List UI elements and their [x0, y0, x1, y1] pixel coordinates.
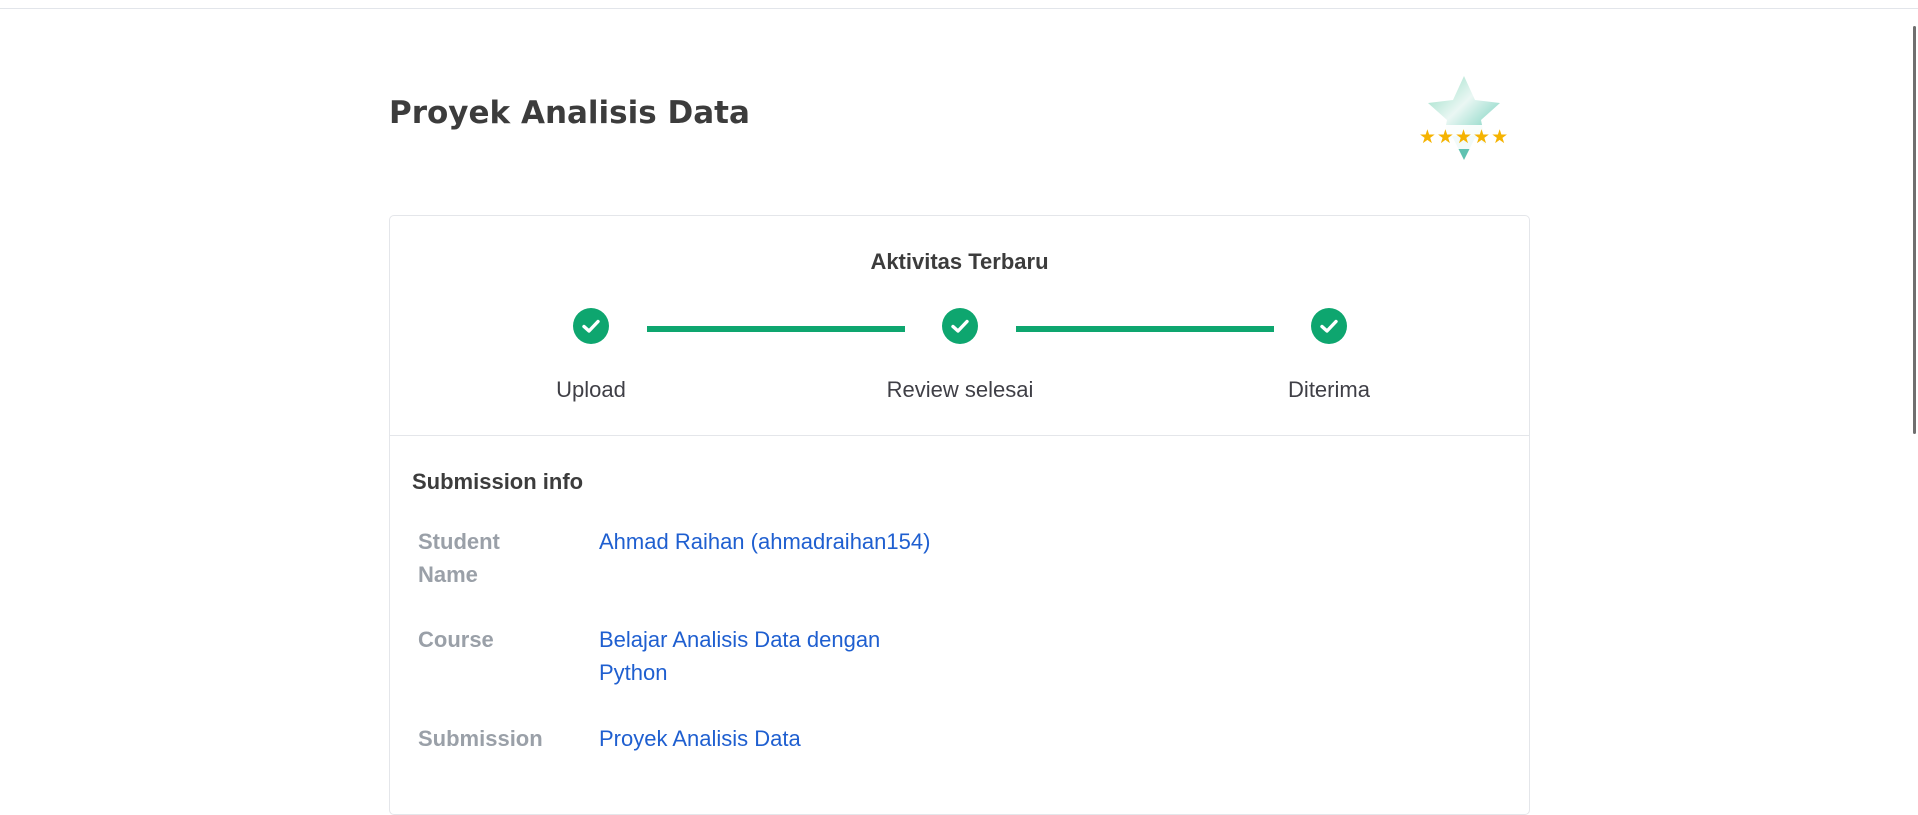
star-icon: ★ — [1491, 126, 1510, 148]
scrollbar-thumb[interactable] — [1913, 26, 1916, 434]
card-divider — [390, 435, 1529, 436]
step-accepted-status — [1311, 308, 1347, 344]
step-label-accepted: Diterima — [1288, 377, 1370, 402]
star-icon: ★ — [1454, 126, 1474, 148]
check-icon — [1320, 319, 1338, 333]
page-scrollbar[interactable] — [1900, 0, 1918, 793]
submission-label: Submission — [418, 726, 543, 751]
step-upload-status — [573, 308, 609, 344]
page-title: Proyek Analisis Data — [389, 95, 750, 131]
rating-stars: ★★★★★ — [1416, 126, 1512, 148]
student-name-label: Student Name — [418, 529, 500, 587]
star-icon: ★ — [1473, 126, 1492, 148]
check-icon — [951, 319, 969, 333]
submission-info-title: Submission info — [412, 469, 584, 494]
star-icon: ★ — [1418, 126, 1437, 148]
step-review-status — [942, 308, 978, 344]
submission-card: Aktivitas Terbaru Upload Review selesai … — [389, 215, 1530, 815]
top-divider — [0, 0, 1918, 9]
star-icon: ★ — [1436, 126, 1455, 148]
student-name-link[interactable]: Ahmad Raihan (ahmadraihan154) — [599, 525, 1019, 558]
activity-title: Aktivitas Terbaru — [870, 249, 1049, 274]
progress-connector — [647, 326, 905, 332]
course-link[interactable]: Belajar Analisis Data dengan Python — [599, 623, 919, 689]
check-icon — [582, 319, 600, 333]
step-label-review: Review selesai — [886, 377, 1034, 402]
star-rating-badge-icon: ★★★★★ — [1408, 72, 1520, 164]
submission-link[interactable]: Proyek Analisis Data — [599, 722, 1019, 755]
progress-connector — [1016, 326, 1274, 332]
step-label-upload: Upload — [556, 377, 626, 402]
course-label: Course — [418, 627, 494, 652]
